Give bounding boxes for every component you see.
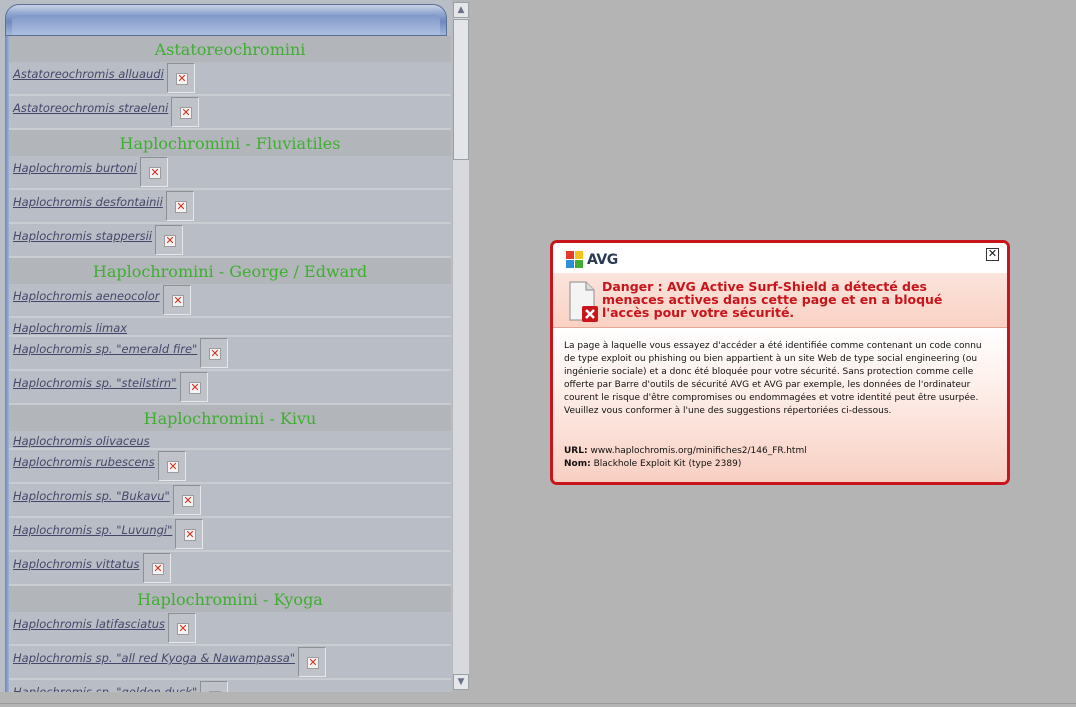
species-link[interactable]: Haplochromis aeneocolor: [13, 289, 160, 303]
threat-name-value: Blackhole Exploit Kit (type 2389): [593, 459, 742, 469]
species-link[interactable]: Astatoreochromis straeleni: [13, 101, 168, 115]
blocked-document-icon: [569, 281, 598, 322]
broken-image-icon: ✕: [209, 691, 221, 692]
close-icon[interactable]: ✕: [986, 248, 999, 261]
species-thumbnail[interactable]: ✕: [167, 63, 195, 93]
species-row: Haplochromis sp. "Bukavu" ✕: [9, 484, 451, 518]
species-link[interactable]: Haplochromis sp. "Luvungi": [13, 523, 172, 537]
panel-header-bar: [12, 15, 440, 35]
broken-image-icon: ✕: [164, 234, 176, 247]
species-row: Haplochromis burtoni ✕: [9, 156, 451, 190]
species-row: Haplochromis stappersii ✕: [9, 224, 451, 258]
danger-banner: Danger : AVG Active Surf-Shield a détect…: [553, 273, 1007, 328]
species-list-panel: Astatoreochromini Astatoreochromis alluau…: [0, 0, 452, 692]
species-link[interactable]: Haplochromis stappersii: [13, 229, 152, 243]
broken-image-icon: ✕: [209, 347, 221, 360]
species-thumbnail[interactable]: ✕: [143, 553, 171, 583]
broken-image-icon: ✕: [182, 494, 194, 507]
section-header: Haplochromini - George / Edward: [9, 258, 451, 284]
broken-image-icon: ✕: [180, 106, 192, 119]
species-link[interactable]: Haplochromis rubescens: [13, 455, 155, 469]
broken-image-icon: ✕: [175, 200, 187, 213]
section-header: Astatoreochromini: [9, 36, 451, 62]
broken-image-icon: ✕: [152, 562, 164, 575]
broken-image-icon: ✕: [172, 294, 184, 307]
species-row: Haplochromis limax: [9, 318, 451, 337]
species-thumbnail[interactable]: ✕: [168, 613, 196, 643]
broken-image-icon: ✕: [149, 166, 161, 179]
species-link[interactable]: Astatoreochromis alluaudi: [13, 67, 164, 81]
dialog-body: La page à laquelle vous essayez d'accéde…: [553, 328, 1007, 482]
species-row: Haplochromis sp. "all red Kyoga & Nawamp…: [9, 646, 451, 680]
broken-image-icon: ✕: [184, 528, 196, 541]
species-row: Astatoreochromis straeleni ✕: [9, 96, 451, 130]
species-thumbnail[interactable]: ✕: [171, 97, 199, 127]
species-row: Astatoreochromis alluaudi ✕: [9, 62, 451, 96]
species-thumbnail[interactable]: ✕: [173, 485, 201, 515]
panel-header-frame: [5, 4, 447, 36]
url-value: www.haplochromis.org/minifiches2/146_FR.…: [590, 446, 807, 456]
species-link[interactable]: Haplochromis sp. "golden duck": [13, 685, 197, 692]
avg-brand-text: AVG: [587, 252, 618, 268]
species-link[interactable]: Haplochromis sp. "emerald fire": [13, 342, 197, 356]
section-header: Haplochromini - Fluviatiles: [9, 130, 451, 156]
species-link[interactable]: Haplochromis vittatus: [13, 557, 140, 571]
species-thumbnail[interactable]: ✕: [155, 225, 183, 255]
species-thumbnail[interactable]: ✕: [163, 285, 191, 315]
url-line: URL: www.haplochromis.org/minifiches2/14…: [564, 446, 807, 456]
section-header: Haplochromini - Kyoga: [9, 586, 451, 612]
broken-image-icon: ✕: [177, 622, 189, 635]
section-header: Haplochromini - Kivu: [9, 405, 451, 431]
dialog-message: La page à laquelle vous essayez d'accéde…: [564, 341, 982, 416]
species-row: Haplochromis sp. "golden duck" ✕: [9, 680, 451, 692]
species-link[interactable]: Haplochromis desfontainii: [13, 195, 163, 209]
broken-image-icon: ✕: [307, 656, 319, 669]
avg-logo-icon: [566, 251, 583, 268]
species-row: Haplochromis olivaceus: [9, 431, 451, 450]
avg-warning-dialog: AVG ✕ Danger : AVG Active Surf-Shield a …: [550, 240, 1010, 485]
species-thumbnail[interactable]: ✕: [180, 372, 208, 402]
species-thumbnail[interactable]: ✕: [200, 338, 228, 368]
species-thumbnail[interactable]: ✕: [158, 451, 186, 481]
species-link[interactable]: Haplochromis sp. "steilstirn": [13, 376, 177, 390]
species-link[interactable]: Haplochromis sp. "all red Kyoga & Nawamp…: [13, 651, 295, 665]
species-row: Haplochromis aeneocolor ✕: [9, 284, 451, 318]
danger-title: Danger : AVG Active Surf-Shield a détect…: [602, 279, 943, 320]
scroll-down-button[interactable]: ▼: [453, 674, 469, 690]
broken-image-icon: ✕: [189, 381, 201, 394]
species-row: Haplochromis latifasciatus ✕: [9, 612, 451, 646]
species-row: Haplochromis sp. "emerald fire" ✕: [9, 337, 451, 371]
threat-name-line: Nom: Blackhole Exploit Kit (type 2389): [564, 459, 741, 469]
dialog-header: AVG ✕: [553, 243, 1007, 273]
species-thumbnail[interactable]: ✕: [166, 191, 194, 221]
scroll-up-button[interactable]: ▲: [453, 2, 469, 18]
species-link[interactable]: Haplochromis sp. "Bukavu": [13, 489, 170, 503]
broken-image-icon: ✕: [176, 72, 188, 85]
species-thumbnail[interactable]: ✕: [200, 681, 228, 692]
species-link[interactable]: Haplochromis olivaceus: [13, 434, 150, 448]
broken-image-icon: ✕: [167, 460, 179, 473]
threat-name-label: Nom:: [564, 459, 591, 469]
species-thumbnail[interactable]: ✕: [175, 519, 203, 549]
species-row: Haplochromis vittatus ✕: [9, 552, 451, 586]
species-row: Haplochromis desfontainii ✕: [9, 190, 451, 224]
scrollbar-thumb[interactable]: [453, 19, 469, 160]
species-link[interactable]: Haplochromis burtoni: [13, 161, 137, 175]
species-list: Astatoreochromini Astatoreochromis alluau…: [9, 36, 451, 692]
url-label: URL:: [564, 446, 588, 456]
species-row: Haplochromis sp. "steilstirn" ✕: [9, 371, 451, 405]
species-link[interactable]: Haplochromis latifasciatus: [13, 617, 165, 631]
species-thumbnail[interactable]: ✕: [140, 157, 168, 187]
species-thumbnail[interactable]: ✕: [298, 647, 326, 677]
window-bottom-border: [0, 703, 1076, 704]
species-row: Haplochromis rubescens ✕: [9, 450, 451, 484]
species-link[interactable]: Haplochromis limax: [13, 321, 127, 335]
vertical-scrollbar[interactable]: ▲ ▼: [452, 2, 469, 690]
species-row: Haplochromis sp. "Luvungi" ✕: [9, 518, 451, 552]
